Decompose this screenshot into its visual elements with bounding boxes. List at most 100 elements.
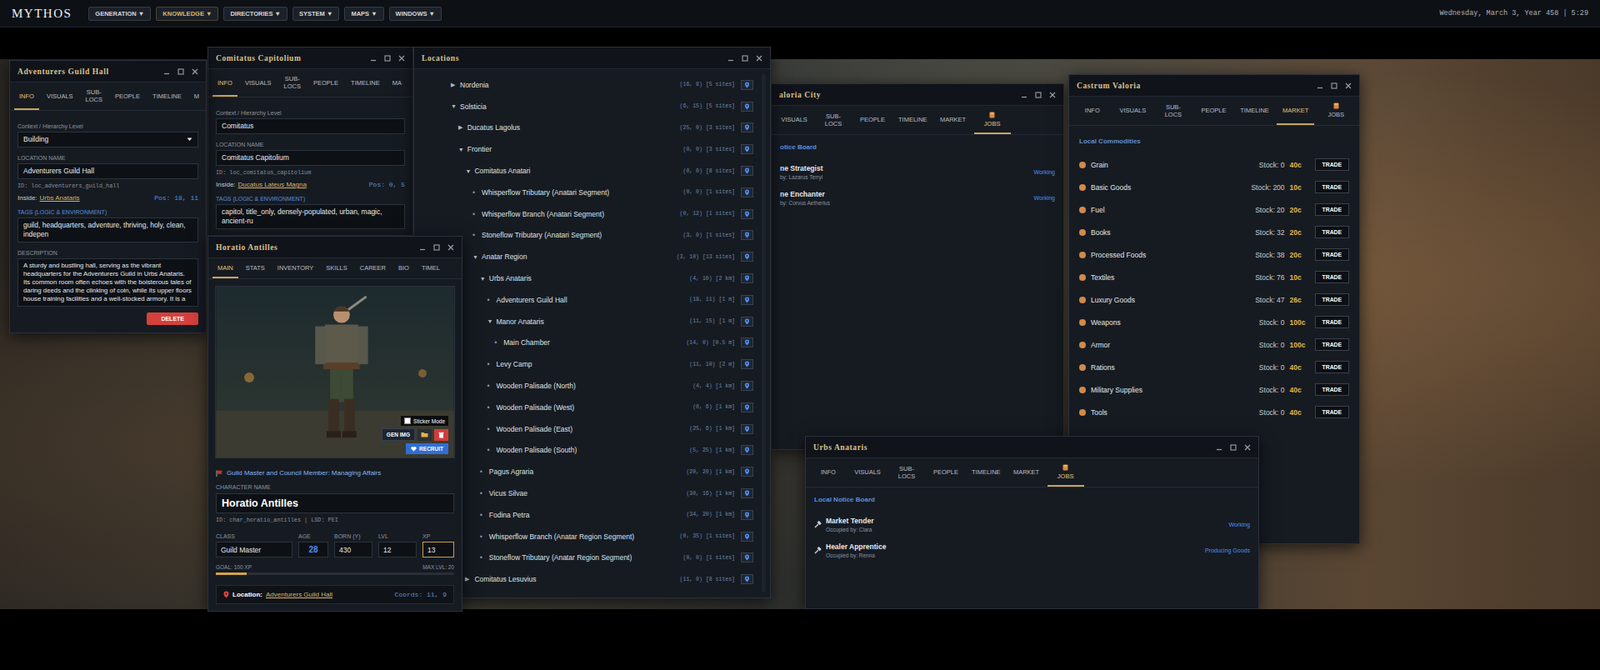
location-name[interactable]: Adventurers Guild Hall <box>496 295 568 305</box>
trade-button[interactable]: TRADE <box>1315 383 1350 396</box>
close-icon[interactable] <box>398 55 405 62</box>
location-name[interactable]: Whisperflow Tributary (Anatari Segment) <box>481 188 610 197</box>
minimize-icon[interactable] <box>1215 444 1223 451</box>
trade-button[interactable]: TRADE <box>1315 270 1350 284</box>
title-bar[interactable]: Horatio Antilles <box>208 236 462 259</box>
tree-toggle[interactable]: ▼ <box>472 254 482 260</box>
locate-button[interactable] <box>740 295 754 305</box>
tree-toggle[interactable]: ▶ <box>458 124 468 131</box>
location-name[interactable]: Wooden Palisade (West) <box>496 403 575 412</box>
tab[interactable]: VISUALS <box>775 105 813 135</box>
close-icon[interactable] <box>1345 82 1352 90</box>
locate-button[interactable] <box>740 445 754 455</box>
tree-row[interactable]: ▼Manor Anataris(11, 15)[1 m] <box>414 310 762 333</box>
tab[interactable]: TIMELINE <box>147 82 187 110</box>
trade-button[interactable]: TRADE <box>1315 405 1350 419</box>
maximize-icon[interactable] <box>741 55 749 62</box>
tree-row[interactable]: ▼Urbs Anataris(4, 10)[2 km] <box>414 267 762 290</box>
tree-toggle[interactable]: ▶ <box>465 575 475 583</box>
horatio-window[interactable]: Horatio AntillesMAINSTATSINVENTORYSKILLS… <box>207 235 463 612</box>
location-name[interactable]: Whisperflow Branch (Anatari Segment) <box>481 210 605 219</box>
tab[interactable]: SUB-LOCS <box>815 105 852 135</box>
tree-row[interactable]: •Levy Camp(11, 10)[2 m] <box>414 353 762 375</box>
tree-row[interactable]: ▶Comitatus Lesuvius(11, 0)[8 sites] <box>414 568 762 590</box>
location-name[interactable]: Levy Camp <box>496 360 533 369</box>
tree-toggle[interactable]: ▼ <box>487 318 497 325</box>
job-row[interactable]: ne Enchanterby: Corvus AetheriusWorking <box>780 185 1055 211</box>
tree-row[interactable]: •Whisperflow Branch (Anatar Region Segme… <box>414 525 762 548</box>
tree-toggle[interactable]: ▼ <box>480 275 490 282</box>
location-name-field[interactable]: Adventurers Guild Hall <box>17 163 199 180</box>
location-name[interactable]: Wooden Palisade (East) <box>496 425 574 434</box>
trade-button[interactable]: TRADE <box>1315 360 1350 374</box>
menu-button[interactable]: WINDOWS ▼ <box>389 6 442 21</box>
close-icon[interactable] <box>755 55 763 62</box>
maximize-icon[interactable] <box>177 68 185 75</box>
locate-button[interactable] <box>740 187 754 198</box>
description-textarea[interactable]: A sturdy and bustling hall, serving as t… <box>17 258 199 307</box>
trade-button[interactable]: TRADE <box>1315 338 1350 351</box>
tree-row[interactable]: •Adventurers Guild Hall(18, 11)[1 m] <box>414 289 762 311</box>
tab[interactable]: SUB-LOCS <box>1154 96 1193 125</box>
location-name[interactable]: Vicus Silvae <box>489 489 528 498</box>
maximize-icon[interactable] <box>1330 82 1338 90</box>
locate-button[interactable] <box>740 380 754 391</box>
gen-img-button[interactable]: GEN IMG <box>381 428 415 441</box>
tab[interactable]: JOBS <box>1316 96 1355 125</box>
location-name[interactable]: Fodina Petra <box>489 510 530 520</box>
minimize-icon[interactable] <box>163 68 170 75</box>
tab[interactable]: JOBS <box>1047 458 1085 487</box>
tab[interactable]: INFO <box>1073 96 1112 125</box>
tree-row[interactable]: •Vicus Silvae(30, 16)[1 km] <box>414 482 762 505</box>
tree-row[interactable]: •Wooden Palisade (North)(4, 4)[1 km] <box>414 375 762 397</box>
parent-link[interactable]: Urbs Anataris <box>40 194 80 202</box>
tab[interactable]: BIO <box>393 258 415 279</box>
tab[interactable]: MARKET <box>935 105 972 135</box>
minimize-icon[interactable] <box>1020 91 1028 99</box>
tree-row[interactable]: •Stoneflow Tributary (Anatari Segment)(3… <box>414 225 762 247</box>
locate-button[interactable] <box>740 402 754 413</box>
stat-field[interactable]: 28 <box>298 541 329 558</box>
tab[interactable]: TIMELINE <box>345 69 385 97</box>
title-bar[interactable]: Comitatus Capitolium <box>208 47 413 70</box>
location-name[interactable]: Stoneflow Tributary (Anatari Segment) <box>481 230 602 240</box>
location-name[interactable]: Stoneflow Tributary (Anatar Region Segme… <box>489 553 633 562</box>
title-bar[interactable]: aloria City <box>771 84 1064 106</box>
maximize-icon[interactable] <box>384 55 391 62</box>
tab[interactable]: SUB-LOCS <box>80 82 108 110</box>
tab[interactable]: TIMELINE <box>893 105 933 135</box>
location-name[interactable]: Manor Anataris <box>496 317 545 326</box>
tab[interactable]: M <box>189 82 205 110</box>
locate-button[interactable] <box>740 209 754 220</box>
tab[interactable]: TIMELINE <box>966 458 1006 487</box>
locate-button[interactable] <box>740 251 754 262</box>
maximize-icon[interactable] <box>1230 444 1237 451</box>
tab[interactable]: TIMEL <box>416 258 445 279</box>
comitatus-window[interactable]: Comitatus CapitoliumINFOVISUALSSUB-LOCSP… <box>207 46 414 236</box>
valoria-window[interactable]: aloria CityVISUALSSUB-LOCSPEOPLETIMELINE… <box>770 83 1065 450</box>
delete-button[interactable]: DELETE <box>146 312 199 325</box>
location-name[interactable]: Frontier <box>467 145 492 154</box>
tree-toggle[interactable]: ▼ <box>465 168 475 175</box>
location-name[interactable]: Wooden Palisade (South) <box>496 445 578 455</box>
job-row[interactable]: ne Strategistby: Lazarus TerrylWorking <box>780 159 1055 185</box>
location-name[interactable]: Wooden Palisade (North) <box>496 381 576 390</box>
menu-button[interactable]: GENERATION ▼ <box>88 6 151 21</box>
location-name[interactable]: Solsticia <box>460 102 487 111</box>
menu-button[interactable]: KNOWLEDGE ▼ <box>155 6 219 21</box>
location-name[interactable]: Anatar Region <box>481 252 527 261</box>
locations-window[interactable]: Locations▶Nordenia(16, 8)[5 sites]▼Solst… <box>413 46 771 599</box>
tree-row[interactable]: •Wooden Palisade (East)(25, 6)[1 km] <box>414 418 762 440</box>
locate-button[interactable] <box>740 144 754 155</box>
locate-button[interactable] <box>740 574 754 585</box>
tab[interactable]: VISUALS <box>849 458 886 487</box>
maximize-icon[interactable] <box>1035 91 1042 99</box>
parent-link[interactable]: Ducatus Lateus Magna <box>238 180 307 189</box>
tags-field[interactable]: capitol, title_only, densely-populated, … <box>215 204 405 230</box>
stat-field[interactable]: 13 <box>422 541 455 558</box>
job-row[interactable]: Healer ApprenticeOccupied by: RennaProdu… <box>814 537 1250 564</box>
hierarchy-field[interactable]: Comitatus <box>215 118 405 135</box>
location-name[interactable]: Nordenia <box>460 80 490 90</box>
tab[interactable]: SUB-LOCS <box>888 458 925 487</box>
locate-button[interactable] <box>740 337 754 348</box>
